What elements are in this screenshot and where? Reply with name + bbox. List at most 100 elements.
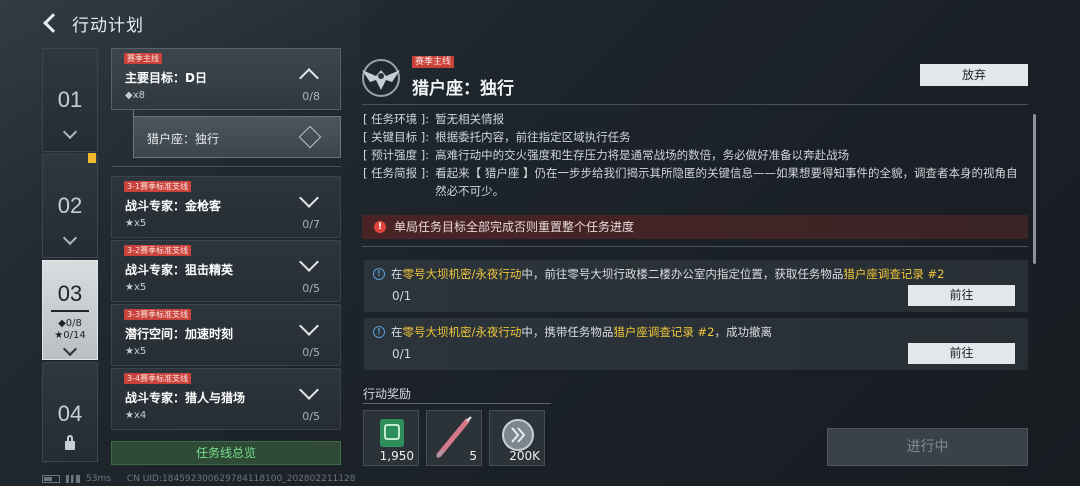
- sub-task-name: 猎户座：独行: [147, 132, 220, 146]
- info-row: [ 任务简报 ]: 看起来【 猎户座 】仍在一步步给我们揭示其所隐匿的关键信息——…: [363, 164, 1023, 200]
- eagle-emblem-icon: [362, 59, 400, 97]
- info-label: [ 预计强度 ]:: [363, 148, 430, 162]
- task-tag: 3-3赛季标准支线: [124, 309, 192, 320]
- task-progress: 0/5: [302, 346, 320, 359]
- ping-text: 53ms: [86, 474, 111, 484]
- chevron-down-icon[interactable]: [299, 252, 319, 272]
- objective-progress: 0/1: [392, 347, 412, 361]
- star-count: ★0/14: [54, 330, 86, 341]
- chapter-03[interactable]: 03 ◆0/8 ★0/14: [42, 260, 98, 360]
- info-text: 看起来【 猎户座 】仍在一步步给我们揭示其所隐匿的关键信息——如果想要得知事件的…: [435, 166, 1018, 198]
- reward-qty: 1,950: [379, 449, 414, 463]
- task-reward-count: ★x5: [125, 218, 147, 229]
- task-reward-count: ★x5: [125, 282, 147, 293]
- info-text: 高难行动中的交火强度和生存压力将是通常战场的数倍，务必做好准备以奔赴战场: [435, 148, 850, 162]
- task-progress: 0/5: [302, 410, 320, 423]
- chapter-number: 04: [57, 401, 83, 426]
- side-task[interactable]: 3-2赛季标准支线 战斗专家：狙击精英 ★x5 0/5: [111, 240, 341, 302]
- chapter-stats: ◆0/8 ★0/14: [54, 318, 85, 342]
- chapter-number: 02: [57, 193, 83, 218]
- back-icon[interactable]: [40, 12, 62, 34]
- chapter-number: 03: [57, 281, 83, 306]
- side-task[interactable]: 3-4赛季标准支线 战斗专家：猎人与猎场 ★x4 0/5: [111, 368, 341, 430]
- task-name: 战斗专家：狙击精英: [125, 263, 234, 277]
- reward-item[interactable]: 200K: [489, 410, 545, 466]
- task-name: 主要目标：D日: [125, 71, 207, 85]
- task-info: [ 任务环境 ]: 暂无相关情报 [ 关键目标 ]: 根据委托内容，前往指定区域执行…: [363, 110, 1023, 200]
- chevron-down-icon: [62, 230, 78, 246]
- divider: [51, 310, 89, 312]
- info-label: [ 任务环境 ]:: [363, 112, 430, 126]
- task-name: 战斗专家：猎人与猎场: [125, 391, 246, 405]
- chevron-up-icon[interactable]: [299, 68, 319, 88]
- info-text: 根据委托内容，前往指定区域执行任务: [435, 130, 631, 144]
- reset-warning: ! 单局任务目标全部完成否则重置整个任务进度: [362, 215, 1028, 239]
- objective-row: ! 在零号大坝机密/永夜行动中，前往零号大坝行政楼二楼办公室内指定位置，获取任务…: [364, 260, 1028, 312]
- info-label: [ 任务简报 ]:: [363, 166, 430, 180]
- objective-text: 在零号大坝机密/永夜行动中，携带任务物品猎户座调查记录 #2，成功撤离: [391, 325, 772, 339]
- task-detail-panel: 赛季主线 猎户座：独行 放弃 [ 任务环境 ]: 暂无相关情报 [ 关键目标 ]:…: [356, 48, 1036, 486]
- divider: [363, 403, 551, 404]
- status-footer: 53ms CN UID:18459230062978411810​0_20280…: [42, 474, 355, 484]
- alert-marker-icon: [88, 153, 96, 163]
- task-tag: 3-2赛季标准支线: [124, 245, 192, 256]
- task-progress: 0/7: [302, 218, 320, 231]
- chapter-02[interactable]: 02: [42, 154, 98, 258]
- info-text: 暂无相关情报: [435, 112, 505, 126]
- warning-icon: !: [374, 221, 386, 233]
- page-title: 行动计划: [72, 15, 144, 36]
- side-task[interactable]: 3-1赛季标准支线 战斗专家：金枪客 ★x5 0/7: [111, 176, 341, 238]
- task-tag: 3-4赛季标准支线: [124, 373, 192, 384]
- uid-text: CN UID:18459230062978411810​0_20280221​1…: [126, 474, 356, 484]
- task-name: 战斗专家：金枪客: [125, 199, 222, 213]
- info-label: [ 关键目标 ]:: [363, 130, 430, 144]
- info-row: [ 预计强度 ]: 高难行动中的交火强度和生存压力将是通常战场的数倍，务必做好准备…: [363, 146, 1023, 164]
- divider: [362, 246, 1028, 247]
- rewards-label: 行动奖励: [363, 387, 412, 401]
- reward-item[interactable]: 1,950: [363, 410, 419, 466]
- goto-button[interactable]: 前往: [908, 285, 1015, 306]
- target-icon: [298, 125, 322, 149]
- sub-task[interactable]: 猎户座：独行: [133, 116, 341, 158]
- task-name: 潜行空间：加速时刻: [125, 327, 234, 341]
- chapter-01[interactable]: 01: [42, 48, 98, 152]
- chapter-04[interactable]: 04: [42, 362, 98, 462]
- chevron-down-icon[interactable]: [299, 380, 319, 400]
- chevron-down-icon: [62, 341, 78, 357]
- chapter-number: 01: [57, 87, 83, 112]
- task-reward-count: ◆x8: [125, 90, 145, 101]
- task-overview-button[interactable]: 任务线总览: [111, 441, 341, 465]
- info-row: [ 任务环境 ]: 暂无相关情报: [363, 110, 1023, 128]
- objective-row: ! 在零号大坝机密/永夜行动中，携带任务物品猎户座调查记录 #2，成功撤离 0/…: [364, 318, 1028, 370]
- task-progress: 0/5: [302, 282, 320, 295]
- chevron-down-icon: [62, 124, 78, 140]
- reward-qty: 5: [469, 449, 477, 463]
- task-progress: 0/8: [302, 90, 320, 103]
- divider: [111, 166, 341, 167]
- header: 行动计划: [40, 8, 144, 38]
- divider: [362, 104, 1028, 105]
- signal-icon: [66, 475, 80, 483]
- detail-title: 猎户座：独行: [412, 79, 514, 99]
- info-row: [ 关键目标 ]: 根据委托内容，前往指定区域执行任务: [363, 128, 1023, 146]
- chevron-down-icon[interactable]: [299, 188, 319, 208]
- reward-qty: 200K: [509, 449, 540, 463]
- abandon-button[interactable]: 放弃: [920, 64, 1028, 86]
- info-icon: !: [373, 326, 385, 338]
- goto-button[interactable]: 前往: [908, 343, 1015, 364]
- task-reward-count: ★x5: [125, 346, 147, 357]
- reward-item[interactable]: 5: [426, 410, 482, 466]
- chevron-down-icon[interactable]: [299, 316, 319, 336]
- scrollbar[interactable]: [1033, 114, 1036, 264]
- in-progress-button: 进行中: [827, 428, 1028, 466]
- task-tag: 3-1赛季标准支线: [124, 181, 192, 192]
- task-reward-count: ★x4: [125, 410, 147, 421]
- reset-warning-text: 单局任务目标全部完成否则重置整个任务进度: [394, 220, 635, 234]
- detail-tag: 赛季主线: [412, 56, 455, 68]
- battery-icon: [42, 475, 60, 483]
- info-icon: !: [373, 268, 385, 280]
- side-task[interactable]: 3-3赛季标准支线 潜行空间：加速时刻 ★x5 0/5: [111, 304, 341, 366]
- objective-progress: 0/1: [392, 289, 412, 303]
- main-task[interactable]: 赛季主线 主要目标：D日 ◆x8 0/8: [111, 48, 341, 110]
- diamond-count: ◆0/8: [58, 318, 82, 329]
